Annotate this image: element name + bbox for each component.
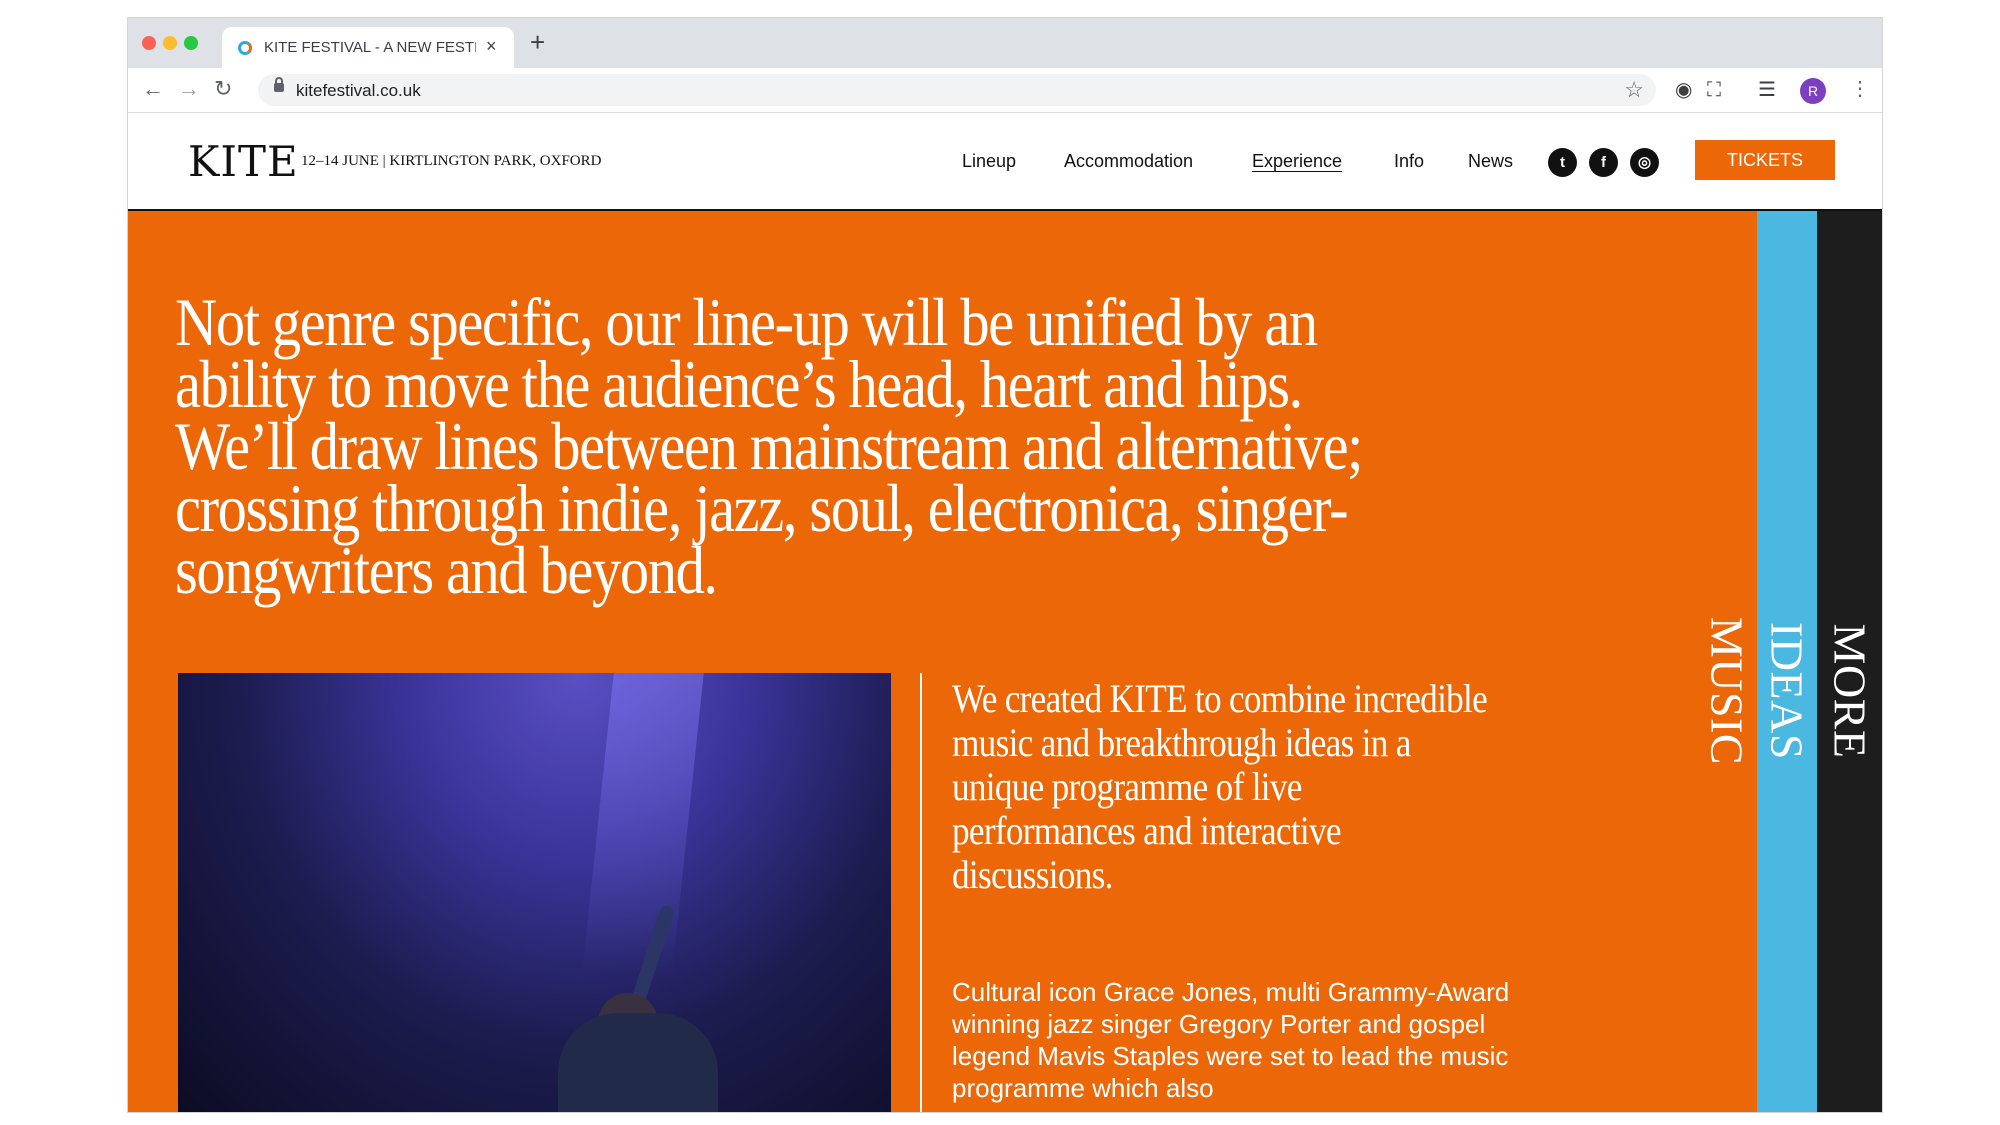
nav-lineup[interactable]: Lineup xyxy=(962,151,1016,172)
intro-body-text: Cultural icon Grace Jones, multi Grammy-… xyxy=(952,977,1510,1103)
reading-list-icon[interactable]: ☰ xyxy=(1758,79,1776,101)
nav-news[interactable]: News xyxy=(1468,151,1513,172)
close-window-button[interactable] xyxy=(142,36,156,50)
browser-toolbar: ← → ↻ kitefestival.co.uk ☆ ◉ ⛶ ☰ R ⋮ xyxy=(128,68,1882,113)
screenshot-icon[interactable]: ⛶ xyxy=(1707,79,1721,101)
site-logo[interactable]: KITE xyxy=(188,137,299,186)
bookmark-star-icon[interactable]: ☆ xyxy=(1624,77,1644,103)
new-tab-button[interactable]: + xyxy=(530,29,545,55)
profile-avatar[interactable]: R xyxy=(1800,78,1826,104)
tab-strip: KITE FESTIVAL - A NEW FESTIVAL × + xyxy=(128,18,1882,68)
minimize-window-button[interactable] xyxy=(163,36,177,50)
tickets-button[interactable]: TICKETS xyxy=(1695,140,1835,180)
spotlight-beam xyxy=(582,673,704,973)
reload-button[interactable]: ↻ xyxy=(214,77,232,101)
browser-window: KITE FESTIVAL - A NEW FESTIVAL × + ← → ↻… xyxy=(128,18,1882,1112)
url-text[interactable]: kitefestival.co.uk xyxy=(296,81,421,101)
browser-menu-icon[interactable]: ⋮ xyxy=(1850,77,1870,101)
facebook-icon[interactable]: f xyxy=(1589,148,1618,177)
performer-photo xyxy=(178,673,891,1112)
forward-button[interactable]: → xyxy=(178,77,200,101)
ghost-extension-icon[interactable]: ◉ xyxy=(1675,79,1692,101)
side-tab-more[interactable]: MORE xyxy=(1817,211,1882,1112)
tab-title: KITE FESTIVAL - A NEW FESTIVAL xyxy=(264,39,476,56)
experience-section: Not genre specific, our line-up will be … xyxy=(128,211,1757,1112)
column-divider xyxy=(920,673,922,1112)
lock-icon xyxy=(274,77,284,92)
tab-close-icon[interactable]: × xyxy=(486,36,497,56)
nav-accommodation[interactable]: Accommodation xyxy=(1064,151,1193,172)
nav-experience[interactable]: Experience xyxy=(1252,151,1342,172)
maximize-window-button[interactable] xyxy=(184,36,198,50)
twitter-icon[interactable]: t xyxy=(1548,148,1577,177)
nav-info[interactable]: Info xyxy=(1394,151,1424,172)
performer-body xyxy=(558,1013,718,1112)
back-button[interactable]: ← xyxy=(142,77,164,101)
site-header: KITE 12–14 JUNE | KIRTLINGTON PARK, OXFO… xyxy=(128,113,1882,211)
side-tab-more-label: MORE xyxy=(1824,623,1875,759)
side-tab-ideas-label: IDEAS xyxy=(1761,622,1813,760)
side-tab-music-label: MUSIC xyxy=(1701,616,1753,766)
instagram-icon[interactable]: ◎ xyxy=(1630,148,1659,177)
favicon-icon xyxy=(238,41,252,55)
browser-tab[interactable]: KITE FESTIVAL - A NEW FESTIVAL × xyxy=(222,27,514,68)
side-tab-music[interactable]: MUSIC xyxy=(1697,211,1757,1112)
side-tab-ideas[interactable]: IDEAS xyxy=(1757,211,1817,1112)
intro-lead-text: We created KITE to combine incredible mu… xyxy=(952,676,1488,897)
hero-statement: Not genre specific, our line-up will be … xyxy=(175,284,1363,608)
address-bar[interactable]: kitefestival.co.uk ☆ xyxy=(258,74,1656,106)
festival-dates: 12–14 JUNE | KIRTLINGTON PARK, OXFORD xyxy=(301,153,602,169)
